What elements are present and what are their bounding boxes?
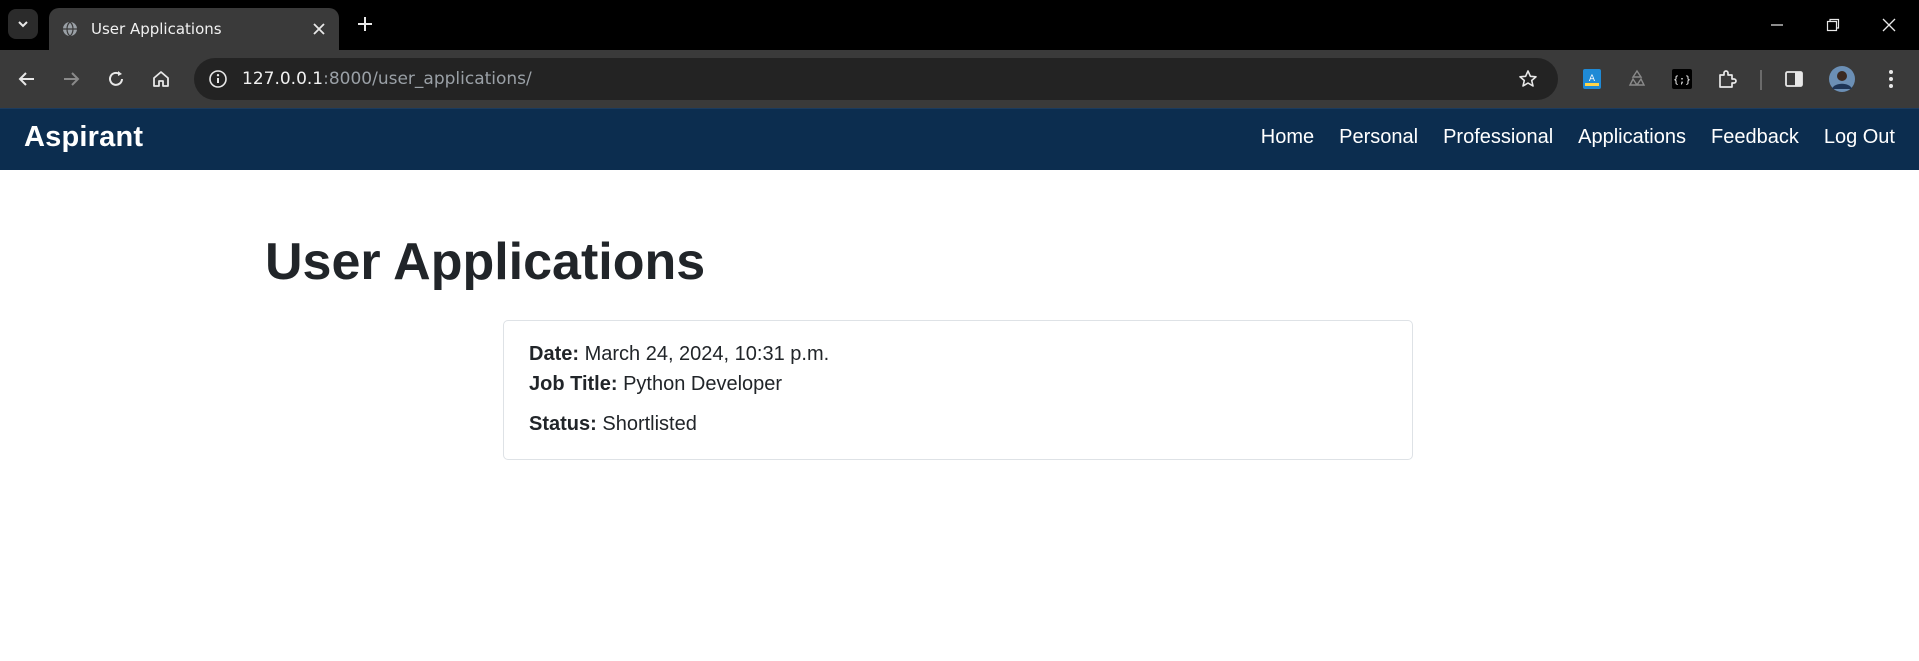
nav-links: Home Personal Professional Applications … xyxy=(1261,126,1895,149)
close-icon xyxy=(1882,18,1896,32)
brand-logo-text[interactable]: Aspirant xyxy=(24,121,143,154)
site-navbar: Aspirant Home Personal Professional Appl… xyxy=(0,108,1919,170)
url-path: :8000/user_applications/ xyxy=(323,69,532,89)
application-status: Status: Shortlisted xyxy=(529,409,1387,439)
close-tab-icon[interactable] xyxy=(305,15,333,43)
arrow-right-icon xyxy=(64,72,80,86)
nav-link-home[interactable]: Home xyxy=(1261,126,1314,149)
forward-button[interactable] xyxy=(56,64,86,94)
site-info-icon[interactable] xyxy=(204,65,232,93)
page-title: User Applications xyxy=(265,233,706,291)
tab-search-button[interactable] xyxy=(8,9,38,39)
url-host: 127.0.0.1 xyxy=(242,69,324,89)
application-job-title: Job Title: Python Developer xyxy=(529,369,1387,399)
svg-text:{;}: {;} xyxy=(1673,75,1691,86)
browser-tab[interactable]: User Applications xyxy=(49,8,339,50)
nav-link-feedback[interactable]: Feedback xyxy=(1711,126,1799,149)
home-button[interactable] xyxy=(146,64,176,94)
date-label: Date: xyxy=(529,343,580,365)
extensions-puzzle-icon[interactable] xyxy=(1713,65,1741,93)
application-date: Date: March 24, 2024, 10:31 p.m. xyxy=(529,339,1387,369)
extension-recycle-icon[interactable] xyxy=(1623,65,1651,93)
reload-icon xyxy=(109,71,123,86)
close-window-button[interactable] xyxy=(1861,0,1917,50)
svg-text:A: A xyxy=(1589,74,1596,84)
job-title-value: Python Developer xyxy=(623,373,783,395)
globe-icon xyxy=(61,20,79,38)
nav-link-logout[interactable]: Log Out xyxy=(1824,126,1895,149)
bookmark-star-icon[interactable] xyxy=(1514,65,1542,93)
arrow-left-icon xyxy=(18,72,34,86)
browser-tab-strip: User Applications xyxy=(0,0,1919,50)
restore-button[interactable] xyxy=(1805,0,1861,50)
chrome-menu-icon[interactable] xyxy=(1877,65,1905,93)
nav-link-professional[interactable]: Professional xyxy=(1443,126,1553,149)
url-text: 127.0.0.1:8000/user_applications/ xyxy=(242,69,532,89)
nav-link-personal[interactable]: Personal xyxy=(1339,126,1418,149)
application-card: Date: March 24, 2024, 10:31 p.m. Job Tit… xyxy=(503,320,1413,460)
minimize-button[interactable] xyxy=(1749,0,1805,50)
new-tab-button[interactable] xyxy=(351,10,379,38)
reload-button[interactable] xyxy=(101,64,131,94)
minimize-icon xyxy=(1771,24,1783,26)
nav-link-applications[interactable]: Applications xyxy=(1578,126,1686,149)
browser-toolbar: 127.0.0.1:8000/user_applications/ A {;} xyxy=(0,50,1919,108)
job-title-label: Job Title: xyxy=(529,373,618,395)
plus-icon xyxy=(358,17,372,31)
extension-json-icon[interactable]: {;} xyxy=(1668,65,1696,93)
extension-translator-icon[interactable]: A xyxy=(1578,65,1606,93)
back-button[interactable] xyxy=(12,64,42,94)
chevron-down-icon xyxy=(18,21,28,28)
profile-avatar[interactable] xyxy=(1828,65,1856,93)
restore-icon xyxy=(1826,18,1840,32)
status-label: Status: xyxy=(529,413,597,435)
toolbar-divider xyxy=(1760,70,1762,90)
home-icon xyxy=(153,71,169,87)
date-value: March 24, 2024, 10:31 p.m. xyxy=(584,343,830,365)
address-bar[interactable]: 127.0.0.1:8000/user_applications/ xyxy=(194,58,1558,100)
tab-title: User Applications xyxy=(91,20,222,38)
status-value: Shortlisted xyxy=(602,413,697,435)
side-panel-icon[interactable] xyxy=(1780,65,1808,93)
